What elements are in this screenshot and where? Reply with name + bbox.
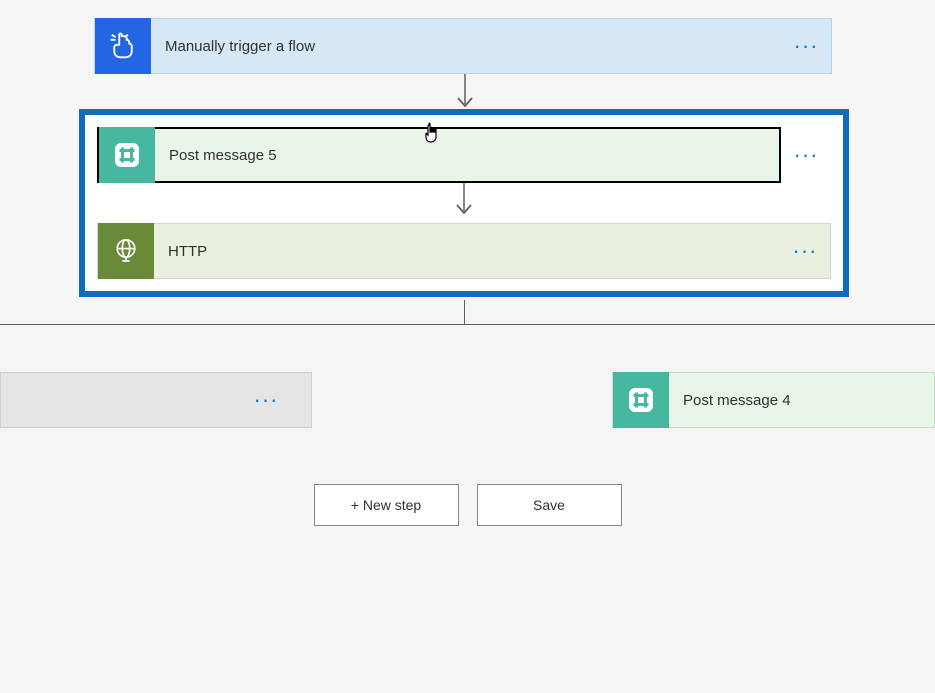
footer-buttons-row: + New step Save [0, 484, 935, 526]
http-step-label: HTTP [154, 243, 780, 260]
post-message-5-label: Post message 5 [155, 147, 779, 164]
http-globe-icon [98, 223, 154, 279]
connector-line-horizontal [0, 324, 935, 325]
post-message-4-card[interactable]: Post message 4 [612, 372, 935, 428]
trigger-step-label: Manually trigger a flow [151, 38, 781, 55]
trigger-step-card[interactable]: Manually trigger a flow ··· [94, 18, 832, 74]
selected-scope-container[interactable]: Post message 5 ··· HTTP ··· [79, 109, 849, 297]
slack-icon [613, 372, 669, 428]
connector-line-vertical [464, 300, 465, 325]
post-message-5-menu-button[interactable]: ··· [781, 127, 831, 183]
post-message-4-label: Post message 4 [669, 392, 934, 409]
slack-icon [99, 127, 155, 183]
http-menu-button[interactable]: ··· [780, 238, 830, 264]
new-step-button[interactable]: + New step [314, 484, 459, 526]
manual-trigger-icon [95, 18, 151, 74]
connector-arrow-middle [97, 183, 831, 223]
left-branch-menu-button[interactable]: ··· [241, 387, 291, 413]
trigger-menu-button[interactable]: ··· [781, 33, 831, 59]
save-button[interactable]: Save [477, 484, 622, 526]
http-step-card[interactable]: HTTP ··· [97, 223, 831, 279]
left-branch-card[interactable]: ··· [0, 372, 312, 428]
post-message-5-card[interactable]: Post message 5 [97, 127, 781, 183]
